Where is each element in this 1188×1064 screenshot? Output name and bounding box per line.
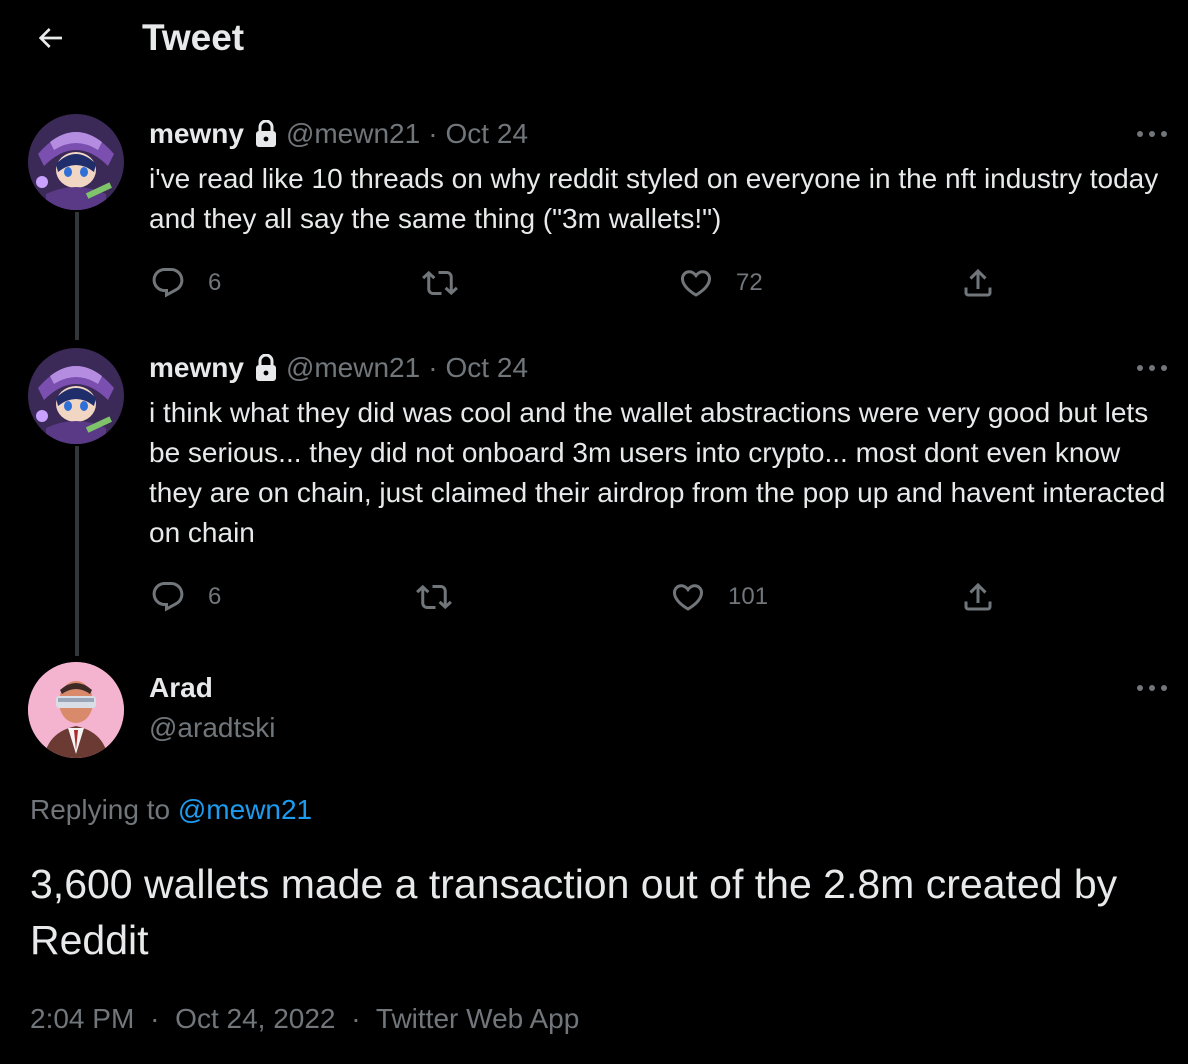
tweet-header: mewny @mewn21 · Oct 24 [149,117,528,151]
tweet-actions: 6 101 [0,577,1188,617]
more-button[interactable] [1132,348,1172,388]
reply-button[interactable]: 6 [150,263,221,303]
retweet-icon [422,270,458,296]
tweet-meta: 2:04 PM · Oct 24, 2022 · Twitter Web App [30,1000,579,1038]
replying-to-label: Replying to [30,794,171,825]
retweet-icon [416,584,452,610]
avatar[interactable] [28,114,124,210]
avatar-image [28,662,124,758]
heart-icon [680,270,712,297]
tweet-text: i've read like 10 threads on why reddit … [149,163,1159,234]
display-name[interactable]: mewny [149,117,244,151]
avatar-image [28,348,124,444]
replying-to: Replying to @mewn21 [30,792,312,828]
more-icon [1137,685,1167,691]
tweet-text: 3,600 wallets made a transaction out of … [30,861,1118,963]
top-bar: Tweet [0,0,1188,78]
more-icon [1137,131,1167,137]
more-icon [1137,365,1167,371]
display-name[interactable]: Arad [149,670,213,706]
mention-link[interactable]: @mewn21 [178,794,312,825]
separator: · [428,118,438,149]
tweet-date[interactable]: Oct 24 [446,351,528,385]
tweet-time[interactable]: 2:04 PM [30,1003,134,1034]
avatar[interactable] [28,662,124,758]
retweet-button[interactable] [416,577,474,617]
more-button[interactable] [1132,668,1172,708]
separator: · [150,1003,160,1034]
like-count: 101 [728,583,769,610]
share-icon [964,582,992,611]
reply-count: 6 [208,583,222,610]
retweet-button[interactable] [422,263,480,303]
page-title: Tweet [142,17,245,58]
tweet-header: mewny @mewn21 · Oct 24 [149,351,528,385]
user-handle[interactable]: @mewn21 [286,117,420,151]
separator: · [351,1003,361,1034]
tweet-source[interactable]: Twitter Web App [376,1003,579,1034]
reply-icon [152,582,184,612]
avatar[interactable] [28,348,124,444]
user-handle[interactable]: @mewn21 [286,351,420,385]
heart-icon [672,584,704,611]
share-button[interactable] [960,263,996,303]
back-button[interactable] [28,16,72,60]
reply-count: 6 [208,269,222,296]
display-name[interactable]: mewny [149,351,244,385]
arrow-left-icon [38,28,62,48]
tweet-date[interactable]: Oct 24 [446,117,528,151]
reply-button[interactable]: 6 [150,577,221,617]
share-icon [964,268,992,297]
tweet-text: i think what they did was cool and the w… [149,397,1166,548]
separator: · [428,352,438,383]
like-count: 72 [736,269,763,296]
like-button[interactable]: 101 [670,577,768,617]
more-button[interactable] [1132,114,1172,154]
lock-icon [254,120,278,148]
like-button[interactable]: 72 [678,263,763,303]
user-handle[interactable]: @aradtski [149,710,275,746]
tweet-full-date[interactable]: Oct 24, 2022 [175,1003,335,1034]
reply-icon [152,268,184,298]
avatar-image [28,114,124,210]
thread-connector [75,446,79,656]
share-button[interactable] [960,577,996,617]
lock-icon [254,354,278,382]
tweet-actions: 6 72 [0,263,1188,303]
